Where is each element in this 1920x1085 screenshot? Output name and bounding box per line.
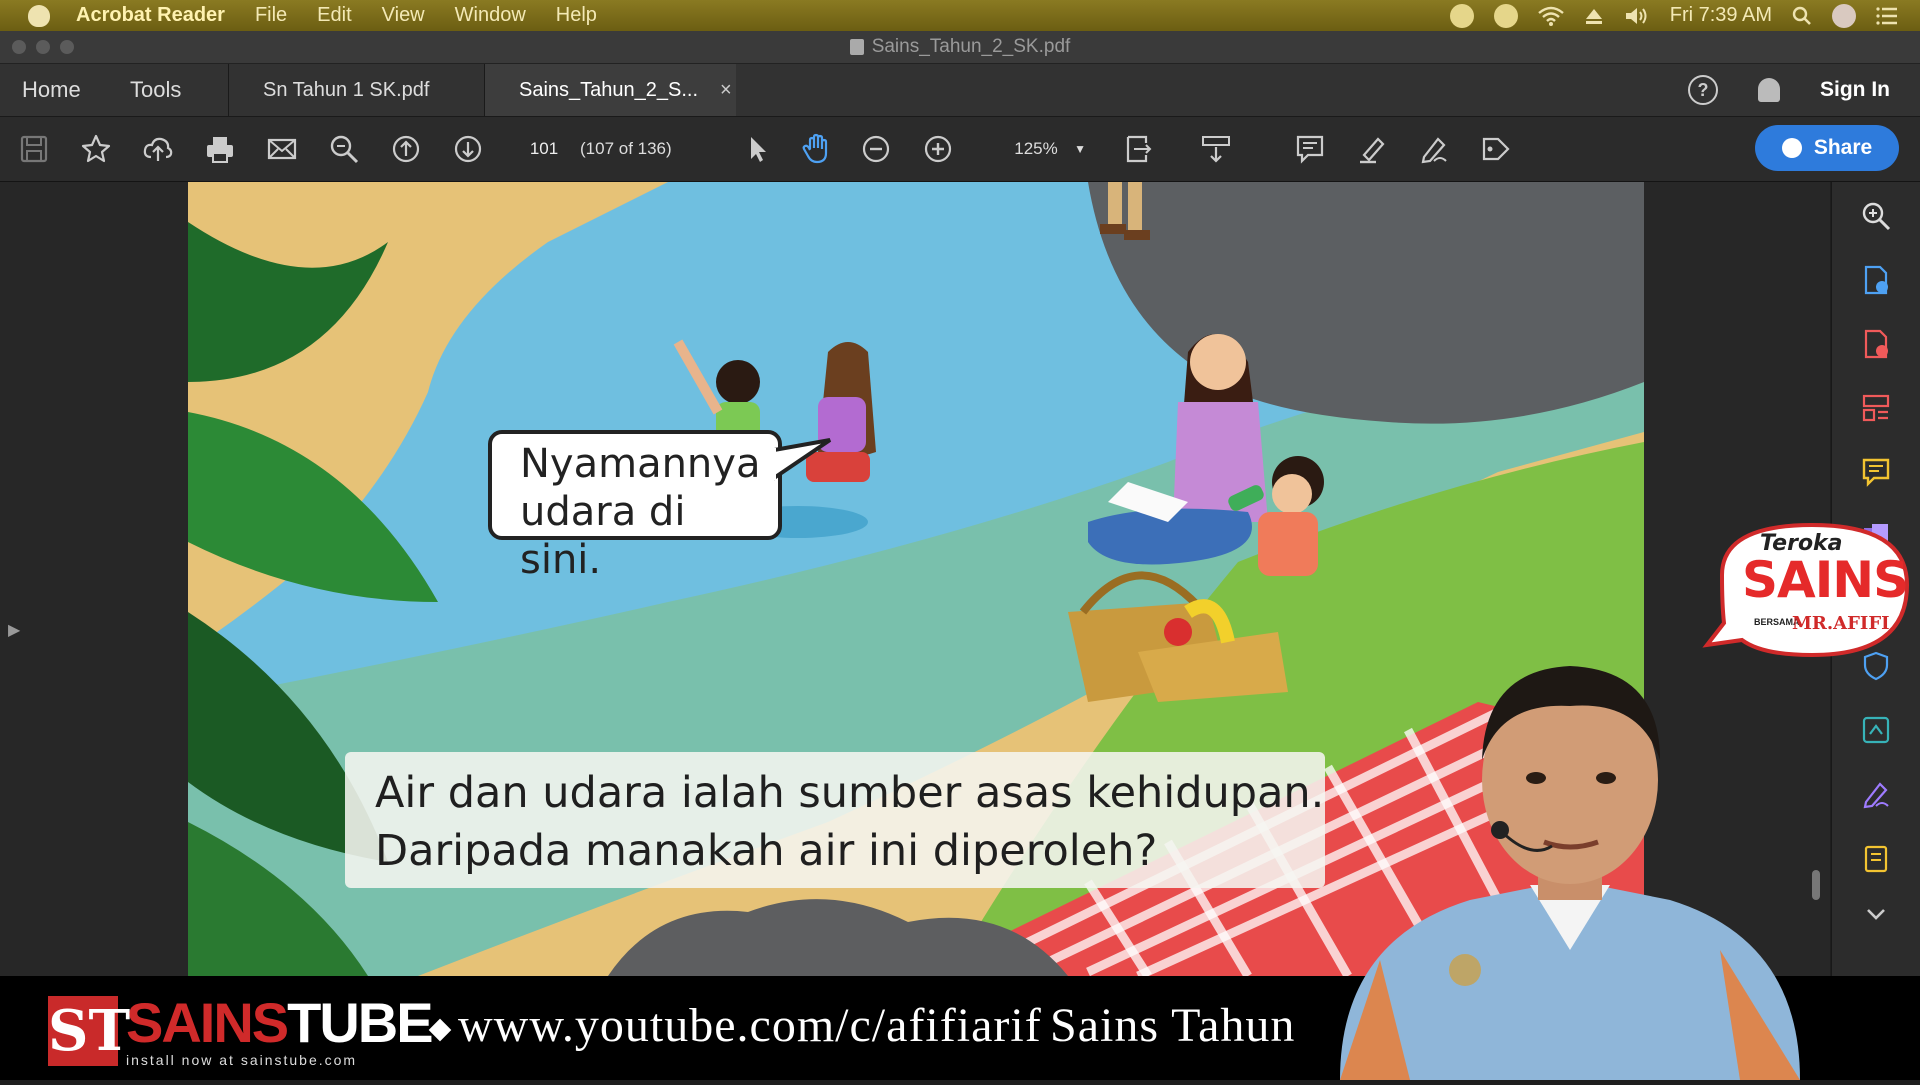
add-person-icon (1781, 138, 1802, 158)
diamond-icon (428, 1018, 452, 1042)
sainstube-tagline: install now at sainstube.com (126, 1052, 358, 1068)
hand-tool-icon[interactable] (798, 131, 834, 167)
sainstube-wordmark: SAINSTUBE (126, 990, 434, 1055)
share-button[interactable]: Share (1755, 125, 1899, 171)
menu-view[interactable]: View (382, 4, 425, 27)
draw-pen-icon[interactable] (1416, 131, 1452, 167)
ticker-text: Sains Tahun (1050, 999, 1296, 1052)
chevron-down-icon[interactable] (1860, 898, 1892, 930)
tab-bar-right: ? Sign In (1688, 64, 1890, 116)
zoom-search-icon[interactable] (326, 131, 362, 167)
page-caption: Air dan udara ialah sumber asas kehidupa… (345, 752, 1325, 888)
tab-document-1-label: Sn Tahun 1 SK.pdf (263, 78, 430, 101)
select-cursor-icon[interactable] (740, 131, 776, 167)
brand-part-1: SAINS (126, 991, 289, 1054)
create-pdf-icon[interactable] (1860, 328, 1892, 360)
zoom-out-icon[interactable] (858, 131, 894, 167)
window-controls (12, 40, 74, 54)
email-icon[interactable] (264, 131, 300, 167)
spotlight-search-icon[interactable] (1792, 6, 1812, 26)
print-icon[interactable] (202, 131, 238, 167)
brand-part-2: TUBE (287, 991, 433, 1054)
comment-icon[interactable] (1292, 131, 1328, 167)
sainstube-logo: ST (48, 996, 131, 1066)
tab-bar: Home Tools Sn Tahun 1 SK.pdf Sains_Tahun… (0, 64, 1920, 117)
share-button-label: Share (1813, 136, 1873, 159)
comment-panel-icon[interactable] (1860, 456, 1892, 488)
page-count-label: (107 of 136) (580, 139, 672, 158)
notification-center-icon[interactable] (1876, 6, 1898, 25)
menu-edit[interactable]: Edit (317, 4, 351, 27)
cloud-upload-icon[interactable] (140, 131, 176, 167)
speech-bubble-line-2: udara di sini. (520, 489, 686, 583)
help-icon[interactable]: ? (1688, 75, 1718, 105)
wifi-icon[interactable] (1537, 6, 1564, 26)
menu-app-name[interactable]: Acrobat Reader (76, 4, 225, 27)
close-tab-icon[interactable]: × (720, 79, 732, 102)
send-for-review-icon[interactable] (1860, 714, 1892, 746)
close-window-button[interactable] (12, 40, 26, 54)
window-title-bar: Sains_Tahun_2_SK.pdf (0, 31, 1920, 64)
tab-document-2-label: Sains_Tahun_2_S... (519, 78, 699, 101)
scroll-mode-icon[interactable] (1198, 131, 1234, 167)
previous-page-icon[interactable] (388, 131, 424, 167)
channel-url-text: www.youtube.com/c/afifiarif (458, 999, 1042, 1052)
tab-document-2[interactable]: Sains_Tahun_2_S... × (484, 64, 736, 116)
expand-left-panel-icon[interactable]: ▶ (8, 620, 20, 640)
export-pdf-icon[interactable] (1860, 264, 1892, 296)
zoom-window-button[interactable] (60, 40, 74, 54)
user-avatar-icon[interactable] (1832, 3, 1856, 28)
menu-help[interactable]: Help (556, 4, 597, 27)
presenter-figure (1340, 666, 1800, 1080)
badge-line-2: SAINS (1742, 551, 1909, 609)
window-title: Sains_Tahun_2_SK.pdf (871, 36, 1071, 57)
menu-file[interactable]: File (255, 4, 287, 27)
zoom-level-dropdown[interactable]: 125% ▼ (986, 133, 1086, 165)
volume-icon[interactable] (1624, 6, 1650, 26)
speech-bubble-tail (774, 438, 832, 481)
signature-pen-icon[interactable] (1860, 778, 1892, 810)
star-icon[interactable] (78, 131, 114, 167)
caption-line-2: Daripada manakah air ini diperoleh? (375, 826, 1158, 876)
save-icon[interactable] (16, 131, 52, 167)
organize-pages-icon[interactable] (1860, 392, 1892, 424)
minimize-window-button[interactable] (36, 40, 50, 54)
channel-url: www.youtube.com/c/afifiarif (428, 998, 1042, 1053)
bell-icon[interactable] (1758, 78, 1780, 102)
page-number-input[interactable]: 101 (520, 133, 568, 165)
caption-line-1: Air dan udara ialah sumber asas kehidupa… (375, 768, 1325, 818)
eject-icon[interactable] (1584, 7, 1604, 25)
sign-in-button[interactable]: Sign In (1820, 78, 1890, 102)
menu-bar: Acrobat Reader File Edit View Window Hel… (0, 0, 1920, 31)
menubar-clock[interactable]: Fri 7:39 AM (1670, 4, 1772, 27)
presenter-webcam (1300, 630, 1840, 1080)
menubar-status-area: Fri 7:39 AM (1449, 0, 1898, 31)
zoom-level-value: 125% (1014, 139, 1058, 158)
next-page-icon[interactable] (450, 131, 486, 167)
speech-bubble: Nyamannya udara di sini. (488, 430, 782, 583)
highlight-pen-icon[interactable] (1354, 131, 1390, 167)
toolbar: 101 (107 of 136) 125% ▼ Share (0, 117, 1920, 182)
tab-tools[interactable]: Tools (130, 64, 181, 116)
zoom-in-icon[interactable] (920, 131, 956, 167)
sync-icon[interactable] (1493, 3, 1518, 28)
menu-window[interactable]: Window (455, 4, 526, 27)
cloud-icon[interactable] (1449, 3, 1474, 28)
search-zoom-icon[interactable] (1860, 200, 1892, 232)
apple-icon[interactable] (28, 4, 50, 27)
pdf-document-icon (849, 39, 864, 55)
page-fit-icon[interactable] (1122, 131, 1158, 167)
sign-tag-icon[interactable] (1478, 131, 1514, 167)
chevron-down-icon: ▼ (1074, 142, 1086, 156)
tab-document-1[interactable]: Sn Tahun 1 SK.pdf (228, 64, 480, 116)
tab-home[interactable]: Home (22, 64, 81, 116)
speech-bubble-line-1: Nyamannya (520, 441, 761, 487)
document-clipboard-icon[interactable] (1860, 842, 1892, 874)
